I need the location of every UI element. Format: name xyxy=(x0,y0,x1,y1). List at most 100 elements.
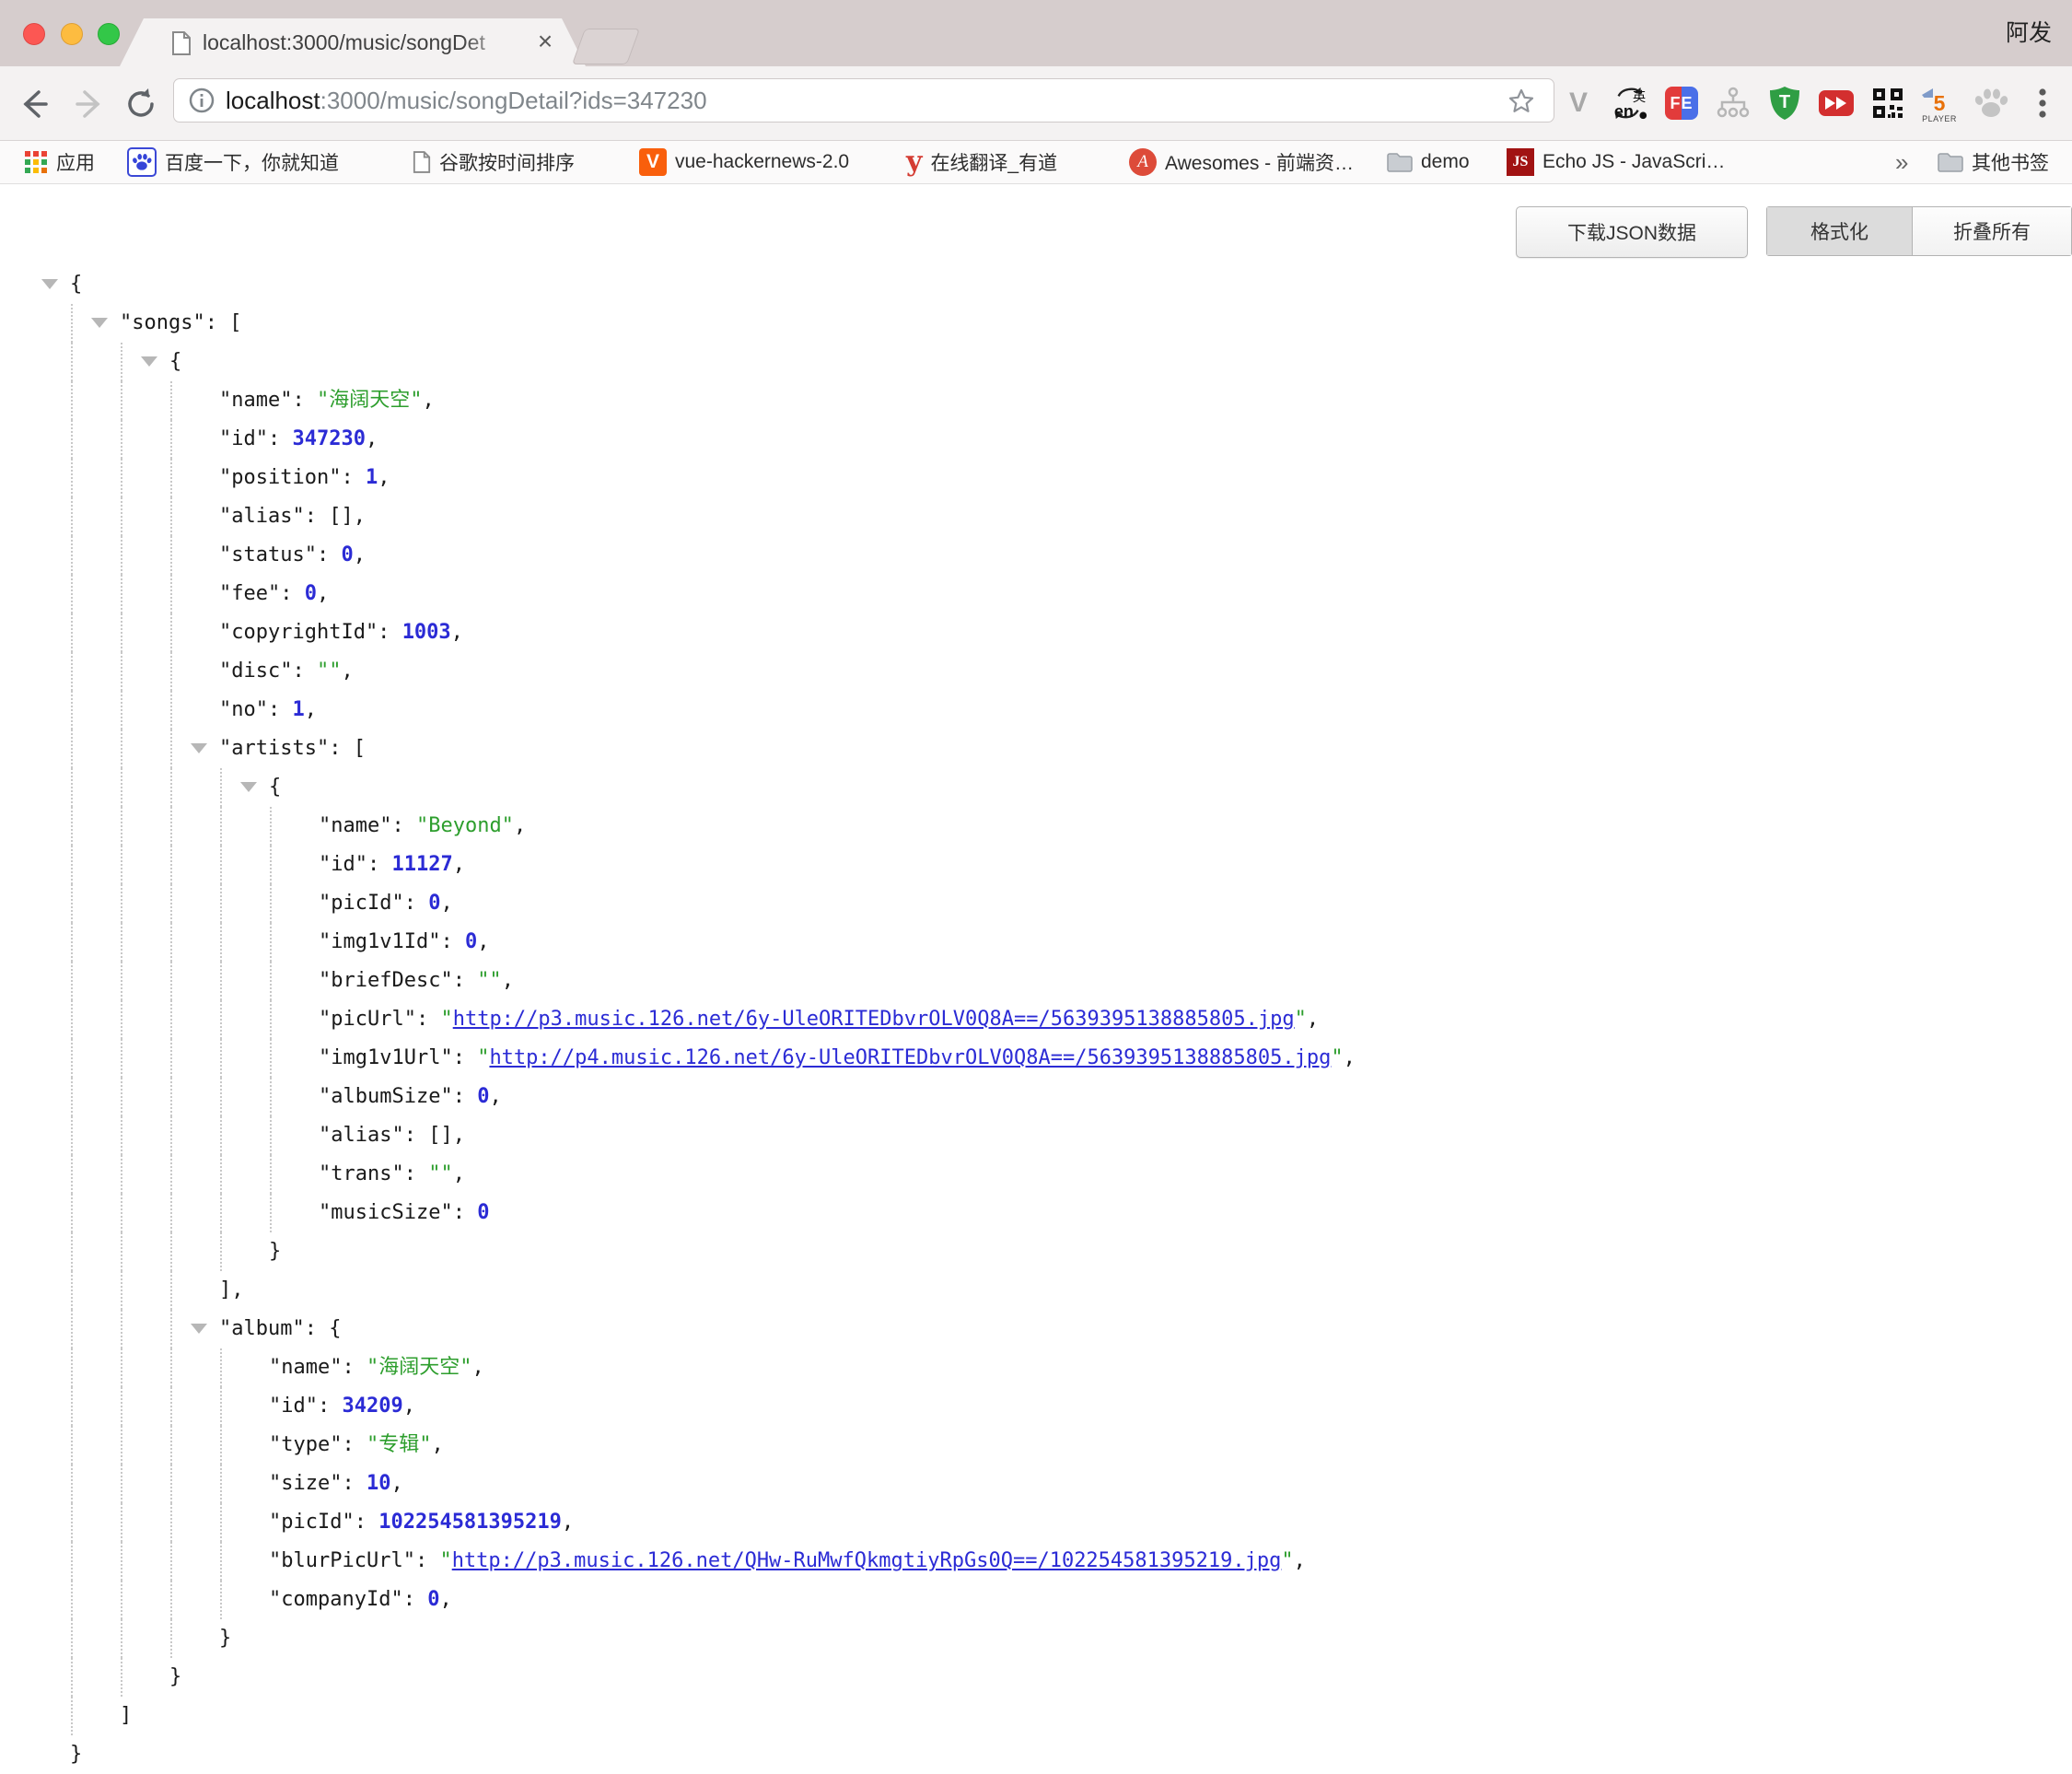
bookmark-awesomes[interactable]: A Awesomes - 前端资… xyxy=(1129,141,1354,183)
other-bookmarks-folder[interactable]: 其他书签 xyxy=(1938,141,2049,183)
bookmark-apps[interactable]: 应用 xyxy=(24,141,95,183)
json-line: } xyxy=(269,1232,281,1271)
json-string-value: " xyxy=(477,1046,489,1069)
new-tab-button[interactable] xyxy=(572,29,640,64)
json-url-link[interactable]: http://p3.music.126.net/6y-UleORITEDbvrO… xyxy=(453,1008,1295,1031)
collapse-toggle-icon[interactable] xyxy=(240,782,257,792)
indent-guide-line xyxy=(170,575,172,613)
json-row: } xyxy=(0,1232,2072,1271)
json-key: "picId": xyxy=(319,892,428,915)
json-number-value: 1 xyxy=(292,698,304,721)
collapse-toggle-icon[interactable] xyxy=(91,318,108,328)
info-icon[interactable] xyxy=(189,88,215,113)
json-key: "name": xyxy=(219,389,317,412)
indent-guide-line xyxy=(270,1194,272,1232)
json-row: "id": 347230, xyxy=(0,420,2072,459)
indent-guide-line xyxy=(170,459,172,497)
json-row: "size": 10, xyxy=(0,1465,2072,1503)
json-row: "musicSize": 0 xyxy=(0,1194,2072,1232)
html5-player-extension-icon[interactable]: 5 PLAYER xyxy=(1921,83,1958,123)
paw-extension-icon[interactable] xyxy=(1973,83,2009,123)
indent-guide-line xyxy=(71,1658,73,1697)
tab-close-icon[interactable]: × xyxy=(527,18,564,66)
collapse-toggle-icon[interactable] xyxy=(41,279,58,289)
indent-guide-line xyxy=(270,846,272,884)
json-key: "alias": xyxy=(319,1124,428,1147)
indent-guide-line xyxy=(121,343,122,381)
collapse-toggle-icon[interactable] xyxy=(191,1324,207,1334)
json-url-link[interactable]: http://p4.music.126.net/6y-UleORITEDbvrO… xyxy=(489,1046,1331,1069)
window-titlebar: localhost:3000/music/songDet × 阿发 xyxy=(0,0,2072,67)
indent-guide-line xyxy=(71,420,73,459)
json-row: "alias": [], xyxy=(0,1116,2072,1155)
indent-guide-line xyxy=(220,1542,222,1581)
json-row: "disc": "", xyxy=(0,652,2072,691)
bookmarks-overflow-chevron[interactable]: » xyxy=(1895,141,1908,183)
json-key: "blurPicUrl": xyxy=(269,1549,439,1572)
youdao-y-icon: y xyxy=(906,148,922,176)
forward-button[interactable] xyxy=(72,87,107,122)
json-url-link[interactable]: http://p3.music.126.net/QHw-RuMwfQkmgtiy… xyxy=(452,1549,1282,1572)
close-window-button[interactable] xyxy=(23,23,45,45)
download-json-button[interactable]: 下载JSON数据 xyxy=(1516,206,1748,258)
indent-guide-line xyxy=(121,729,122,768)
back-button[interactable] xyxy=(17,87,52,122)
indent-guide-line xyxy=(170,613,172,652)
indent-guide-line xyxy=(71,536,73,575)
collapse-toggle-icon[interactable] xyxy=(141,356,157,367)
bookmark-star-icon[interactable] xyxy=(1507,88,1535,115)
indent-guide-line xyxy=(270,1078,272,1116)
json-key: "img1v1Url": xyxy=(319,1046,477,1069)
bookmark-demo-folder[interactable]: demo xyxy=(1387,141,1470,183)
json-row: "albumSize": 0, xyxy=(0,1078,2072,1116)
zoom-window-button[interactable] xyxy=(98,23,120,45)
url-bar[interactable]: localhost:3000/music/songDetail?ids=3472… xyxy=(173,78,1554,123)
json-key: "copyrightId": xyxy=(219,621,402,644)
indent-guide-line xyxy=(170,1542,172,1581)
bookmark-baidu[interactable]: 百度一下，你就知道 xyxy=(127,141,339,183)
json-punctuation: , xyxy=(471,1356,483,1379)
shield-t-extension-icon[interactable]: T xyxy=(1766,83,1803,123)
indent-guide-line xyxy=(71,1426,73,1465)
json-punctuation: , xyxy=(390,1472,402,1495)
json-number-value: 347230 xyxy=(292,427,365,450)
bookmark-echojs[interactable]: JS Echo JS - JavaScri… xyxy=(1507,141,1725,183)
folder-icon xyxy=(1387,152,1413,172)
json-number-value: 0 xyxy=(477,1085,489,1108)
indent-guide-line xyxy=(220,1465,222,1503)
json-line: "picUrl": "http://p3.music.126.net/6y-Ul… xyxy=(319,1000,1319,1039)
fast-forward-extension-icon[interactable] xyxy=(1818,83,1855,123)
bookmark-vue-hackernews[interactable]: V vue-hackernews-2.0 xyxy=(639,141,849,183)
indent-guide-line xyxy=(71,1542,73,1581)
indent-guide-line xyxy=(121,884,122,923)
json-line: ], xyxy=(219,1271,244,1310)
bookmark-google-sort[interactable]: 谷歌按时间排序 xyxy=(413,141,575,183)
indent-guide-line xyxy=(121,1194,122,1232)
reload-button[interactable] xyxy=(123,87,158,122)
indent-guide-line xyxy=(121,1310,122,1348)
collapse-all-button[interactable]: 折叠所有 xyxy=(1913,207,2071,255)
collapse-toggle-icon[interactable] xyxy=(191,743,207,753)
browser-menu-icon[interactable] xyxy=(2024,83,2061,123)
browser-tab[interactable]: localhost:3000/music/songDet × xyxy=(120,18,586,66)
json-string-value: " xyxy=(1295,1008,1307,1031)
qr-code-extension-icon[interactable] xyxy=(1869,83,1906,123)
indent-guide-line xyxy=(170,1155,172,1194)
url-path: :3000/music/songDetail?ids=347230 xyxy=(320,87,707,114)
json-row: "alias": [], xyxy=(0,497,2072,536)
vue-v-icon: V xyxy=(639,148,667,176)
json-row: "blurPicUrl": "http://p3.music.126.net/Q… xyxy=(0,1542,2072,1581)
json-row: "picId": 0, xyxy=(0,884,2072,923)
json-key: "size": xyxy=(269,1472,367,1495)
minimize-window-button[interactable] xyxy=(61,23,83,45)
json-string-value: "海阔天空" xyxy=(317,389,423,412)
indent-guide-line xyxy=(121,807,122,846)
fe-extension-icon[interactable]: FE xyxy=(1663,83,1700,123)
translate-extension-icon[interactable]: en 英 xyxy=(1612,83,1648,123)
sitemap-extension-icon[interactable] xyxy=(1715,83,1752,123)
format-button[interactable]: 格式化 xyxy=(1767,207,1913,255)
json-row: "briefDesc": "", xyxy=(0,962,2072,1000)
bookmark-youdao-translate[interactable]: y 在线翻译_有道 xyxy=(906,141,1057,183)
json-punctuation: ] xyxy=(120,1704,132,1727)
vue-devtools-extension-icon[interactable]: V xyxy=(1560,83,1597,123)
